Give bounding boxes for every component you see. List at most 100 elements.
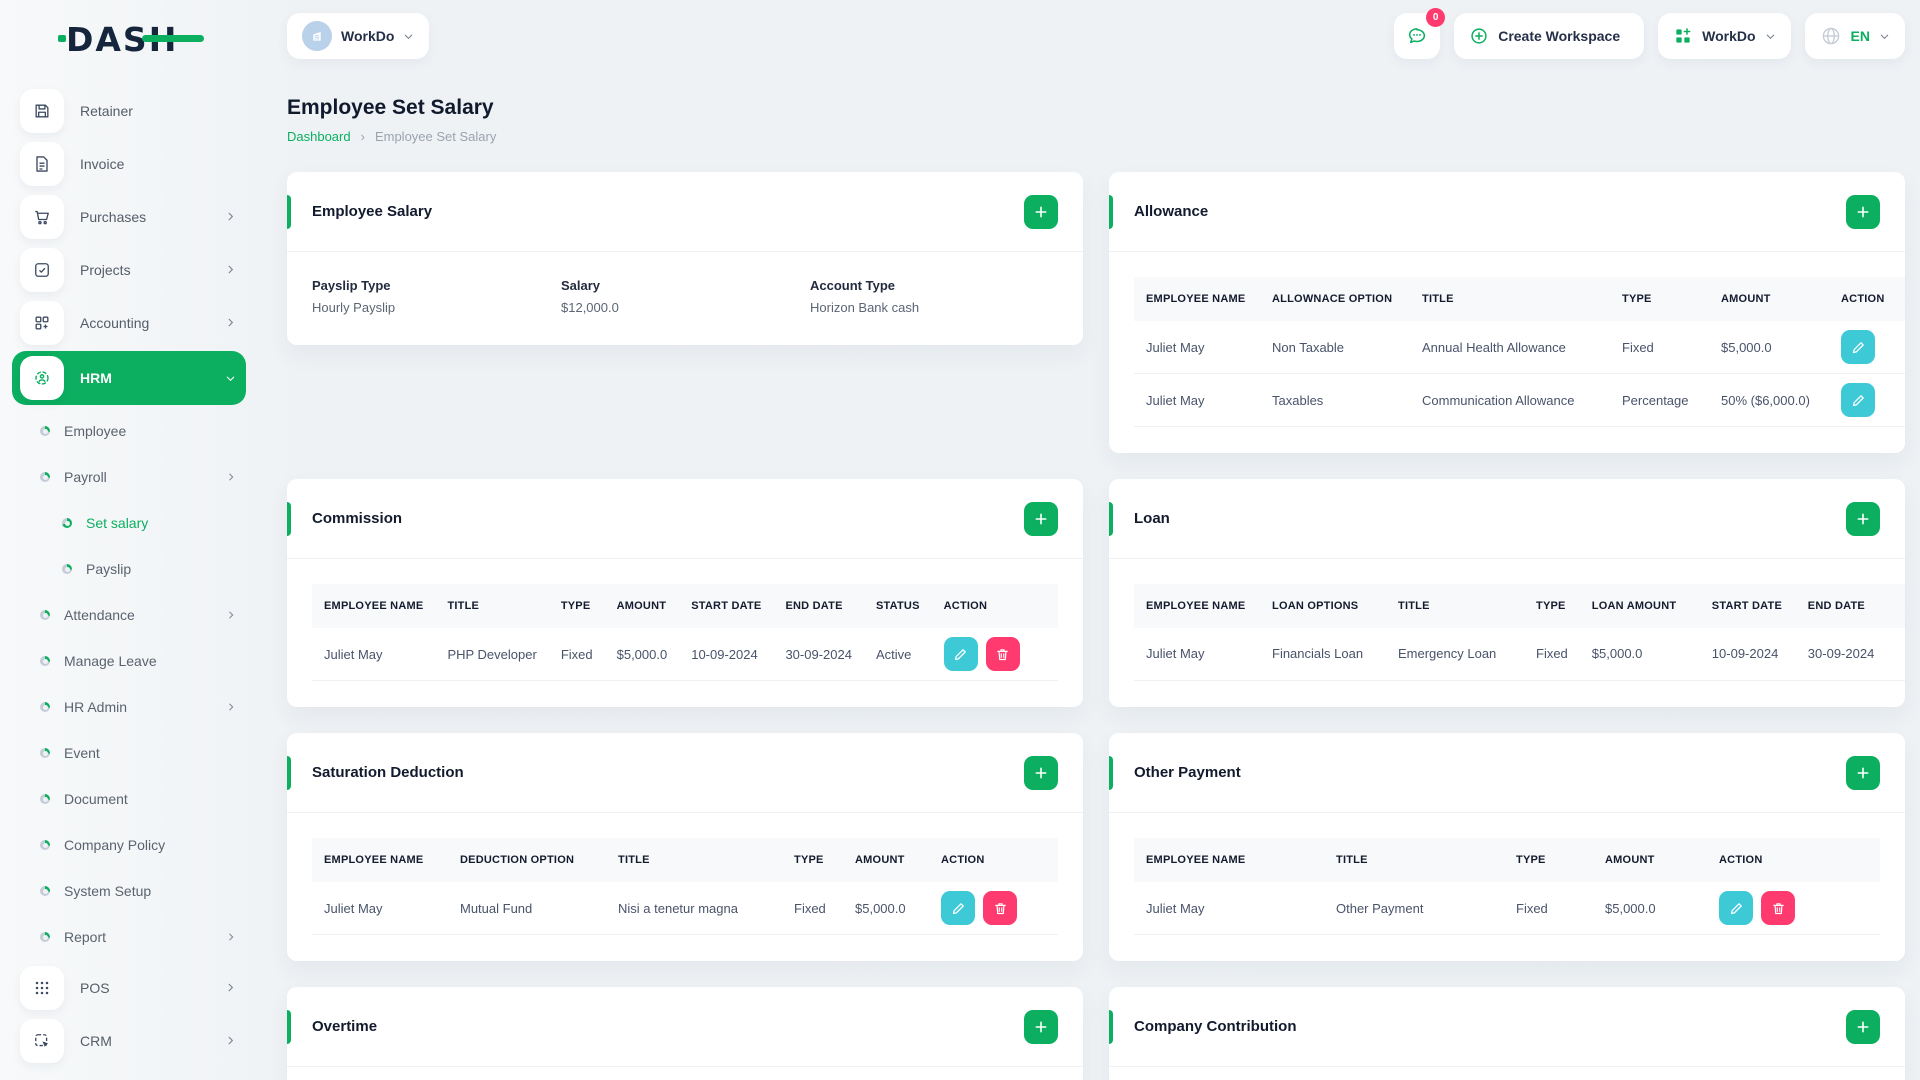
add-commission-button[interactable] [1024, 502, 1058, 536]
sidebar-subitem-label: Payroll [64, 469, 107, 485]
action-cell [1707, 882, 1880, 935]
invoice-icon [20, 141, 64, 186]
sidebar-item-label: Accounting [80, 314, 150, 331]
circle-plus-icon [1469, 26, 1489, 46]
sidebar-subitem-label: Company Policy [64, 837, 166, 853]
action-cell [1829, 321, 1905, 374]
card-header: Saturation Deduction [287, 733, 1083, 813]
sidebar-item-pos[interactable]: POS [12, 963, 246, 1012]
sidebar-item-hrm[interactable]: HRM [12, 351, 246, 405]
table-cell: 10-09-2024 [679, 628, 774, 681]
card-header: Loan [1109, 479, 1905, 559]
sidebar-item-set-salary[interactable]: Set salary [0, 501, 246, 545]
field-label: Salary [561, 278, 601, 293]
workspace-selector[interactable]: WorkDo [287, 13, 430, 59]
field-salary: Salary $12,000.0 [561, 278, 810, 315]
column-header: Employee Name [1134, 584, 1260, 628]
trash-icon [1772, 902, 1784, 914]
add-saturation-deduction-button[interactable] [1024, 756, 1058, 790]
trash-icon [994, 902, 1006, 914]
sidebar-item-crm[interactable]: CRM [12, 1016, 246, 1065]
globe-icon [1820, 25, 1842, 47]
sidebar-item-retainer[interactable]: Retainer [12, 86, 246, 135]
add-overtime-button[interactable] [1024, 1010, 1058, 1044]
sidebar-item-manage-leave[interactable]: Manage Leave [0, 639, 246, 683]
sidebar-item-attendance[interactable]: Attendance [0, 593, 246, 637]
add-allowance-button[interactable] [1846, 195, 1880, 229]
column-header: Employee Name [1134, 838, 1324, 882]
table-cell: Other Payment [1324, 882, 1504, 935]
sidebar-item-accounting[interactable]: Accounting [12, 298, 246, 347]
app-switcher-button[interactable]: WorkDo [1658, 13, 1791, 59]
app-logo[interactable]: DASH [0, 6, 258, 72]
logo-dot-accent [58, 34, 66, 42]
table-row: Juliet May Taxables Communication Allowanc… [1134, 373, 1905, 427]
sidebar-item-event[interactable]: Event [0, 731, 246, 775]
add-other-payment-button[interactable] [1846, 756, 1880, 790]
allowance-card: Allowance Employee Name Allownace Option T… [1109, 172, 1905, 453]
delete-button[interactable] [983, 891, 1017, 925]
sidebar-subitem-label: System Setup [64, 883, 152, 899]
cart-icon [20, 194, 64, 239]
sidebar-subitem-label: Attendance [64, 607, 135, 623]
edit-button[interactable] [1841, 330, 1875, 364]
sidebar-item-purchases[interactable]: Purchases [12, 192, 246, 241]
messages-badge: 0 [1426, 8, 1446, 27]
table-row: Juliet May Other Payment Fixed $5,000.0 [1134, 882, 1880, 935]
edit-button[interactable] [941, 891, 975, 925]
column-header: Title [606, 838, 782, 882]
column-header: End Date [1795, 584, 1905, 628]
edit-button[interactable] [1719, 891, 1753, 925]
sidebar-item-hr-admin[interactable]: HR Admin [0, 685, 246, 729]
field-value: Hourly Payslip [312, 300, 396, 315]
card-title: Employee Salary [312, 203, 433, 220]
sidebar-item-payslip[interactable]: Payslip [0, 547, 246, 591]
bullet-icon [62, 564, 72, 574]
field-label: Account Type [810, 278, 895, 293]
action-cell [1829, 373, 1905, 427]
breadcrumb-dashboard-link[interactable]: Dashboard [287, 129, 351, 144]
add-loan-button[interactable] [1846, 502, 1880, 536]
table-header-row: Employee Name Loan Options Title Type Loan A… [1134, 584, 1905, 628]
language-selector[interactable]: EN [1804, 13, 1905, 59]
sidebar-item-document[interactable]: Document [0, 777, 246, 821]
other-payment-card: Other Payment Employee Name Title Type Amou… [1109, 733, 1905, 961]
table-cell: $5,000.0 [604, 628, 680, 681]
saturation-deduction-card: Saturation Deduction Employee Name Deduct… [287, 733, 1083, 961]
chevron-down-icon [1765, 31, 1776, 42]
chat-icon [1406, 25, 1428, 47]
delete-button[interactable] [1761, 891, 1795, 925]
sidebar-subitem-label: Set salary [86, 515, 149, 531]
workspace-avatar [302, 21, 332, 51]
sidebar-item-invoice[interactable]: Invoice [12, 139, 246, 188]
sidebar-item-employee[interactable]: Employee [0, 409, 246, 453]
add-company-contribution-button[interactable] [1846, 1010, 1880, 1044]
action-cell [931, 628, 1058, 681]
add-employee-salary-button[interactable] [1024, 195, 1058, 229]
sidebar-item-system-setup[interactable]: System Setup [0, 869, 246, 913]
chevron-right-icon [226, 472, 236, 482]
edit-button[interactable] [943, 637, 978, 671]
sidebar-item-projects[interactable]: Projects [12, 245, 246, 294]
table-row: Juliet May Mutual Fund Nisi a tenetur magn… [312, 882, 1058, 935]
bullet-icon [40, 886, 50, 896]
edit-button[interactable] [1841, 383, 1875, 417]
sidebar-item-payroll[interactable]: Payroll [0, 455, 246, 499]
column-header: Title [1410, 277, 1610, 321]
card-header: Overtime [287, 987, 1083, 1067]
field-value: $12,000.0 [561, 300, 619, 315]
create-workspace-button[interactable]: Create Workspace [1454, 13, 1645, 59]
messages-button[interactable]: 0 [1394, 8, 1446, 59]
table-cell: 10-09-2024 [1699, 628, 1796, 681]
sidebar-subitem-label: Report [64, 929, 107, 945]
delete-button[interactable] [985, 637, 1020, 671]
table-header-row: Employee Name Title Type Amount Start Date En… [312, 584, 1058, 628]
table-cell: Juliet May [1134, 373, 1260, 427]
table-container: Employee Name Title Type Amount Action Juliet… [1109, 813, 1905, 961]
sidebar-item-report[interactable]: Report [0, 915, 246, 959]
sidebar-item-label: Projects [80, 261, 131, 278]
sidebar-subitem-label: Document [64, 791, 128, 807]
sidebar-item-company-policy[interactable]: Company Policy [0, 823, 246, 867]
column-header: End Date [773, 584, 864, 628]
logo-dash-accent [142, 34, 205, 42]
